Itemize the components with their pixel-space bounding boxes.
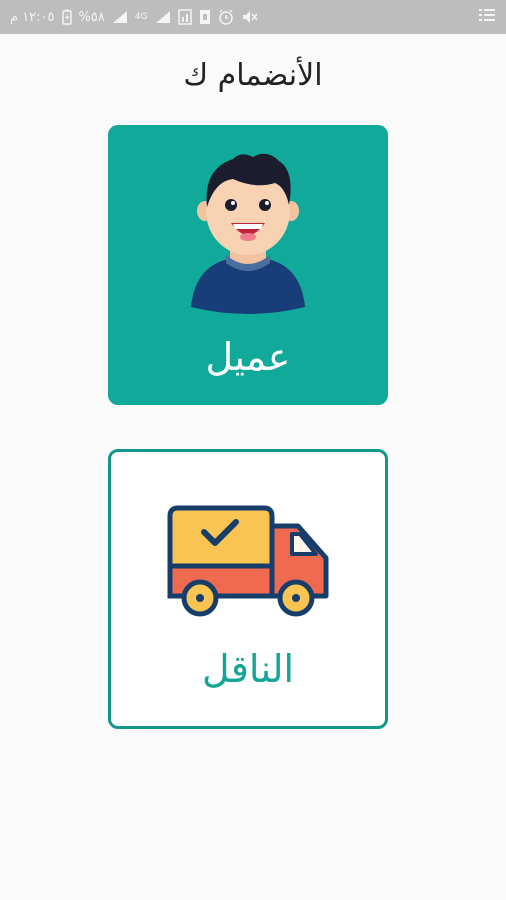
sim-icon [177,9,192,25]
carrier-option-label: الناقل [201,647,295,691]
customer-option-card[interactable]: عميل [108,125,388,405]
person-avatar-icon [108,149,388,319]
status-time: ١٢:٠٥ م [10,9,55,25]
battery-percent: %٥٨ [78,9,105,25]
mute-icon [241,9,259,25]
customer-option-label: عميل [205,335,291,379]
status-bar: ١٢:٠٥ م %٥٨ 4G [0,0,506,34]
status-bar-left: ١٢:٠٥ م %٥٨ 4G [10,9,259,25]
signal-icon-2 [155,10,171,24]
status-bar-right [478,7,496,27]
network-type: 4G [134,12,148,22]
alarm-icon [218,9,234,25]
page-title: الأنضمام ك [183,58,323,93]
menu-icon[interactable] [478,7,496,27]
carrier-option-card[interactable]: الناقل [108,449,388,729]
battery-icon [61,9,72,25]
signal-icon [112,10,128,24]
sim-icon-2 [199,9,211,25]
delivery-truck-icon [111,502,385,622]
